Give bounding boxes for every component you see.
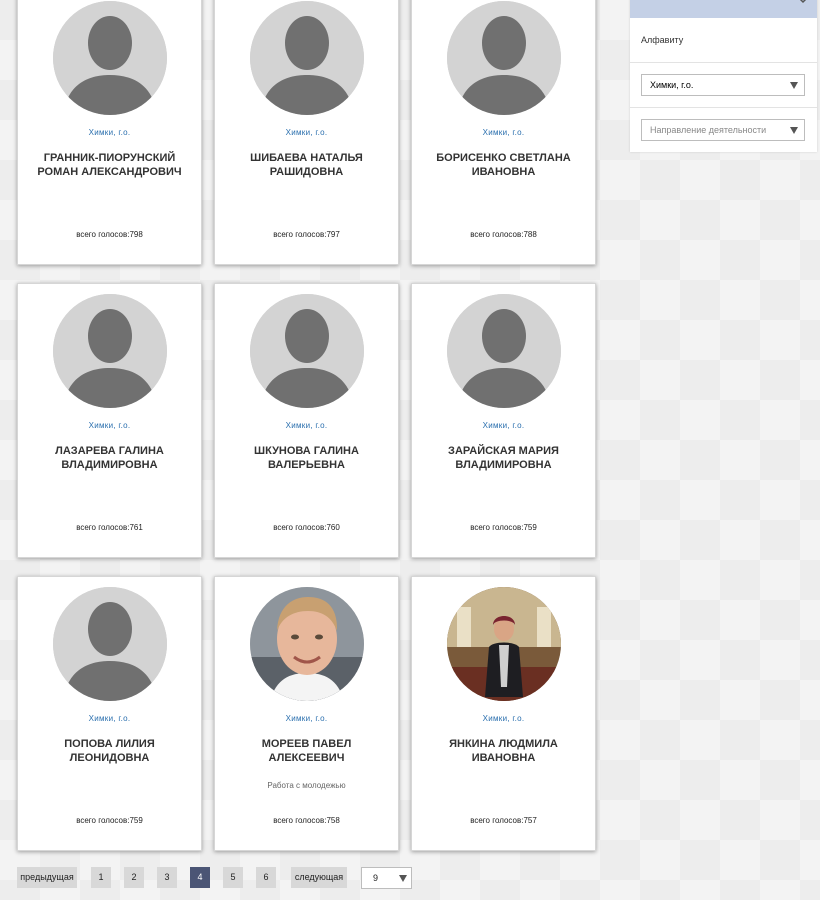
participant-name[interactable]: ЗАРАЙСКАЯ МАРИЯ ВЛАДИМИРОВНА bbox=[422, 444, 585, 472]
participant-card[interactable]: Химки, г.о. БОРИСЕНКО СВЕТЛАНА ИВАНОВНА … bbox=[411, 0, 596, 265]
city-link[interactable]: Химки, г.о. bbox=[412, 128, 595, 137]
participant-name[interactable]: ЛАЗАРЕВА ГАЛИНА ВЛАДИМИРОВНА bbox=[28, 444, 191, 472]
participant-name[interactable]: ШИБАЕВА НАТАЛЬЯ РАШИДОВНА bbox=[225, 151, 388, 179]
city-link[interactable]: Химки, г.о. bbox=[18, 128, 201, 137]
participant-card[interactable]: Химки, г.о. ПОПОВА ЛИЛИЯ ЛЕОНИДОВНА всег… bbox=[17, 576, 202, 851]
photo-woman-hall bbox=[447, 587, 561, 701]
divider bbox=[630, 62, 817, 63]
activity-select-placeholder: Направление деятельности bbox=[650, 125, 767, 135]
participant-card[interactable]: Химки, г.о. ШКУНОВА ГАЛИНА ВАЛЕРЬЕВНА вс… bbox=[214, 283, 399, 558]
filter-sidebar: Алфавиту Химки, г.о. Направление деятель… bbox=[630, 0, 817, 152]
participant-card[interactable]: Химки, г.о. ЗАРАЙСКАЯ МАРИЯ ВЛАДИМИРОВНА… bbox=[411, 283, 596, 558]
page-2-button[interactable]: 2 bbox=[124, 867, 144, 888]
placeholder-avatar-icon bbox=[250, 294, 364, 408]
city-link[interactable]: Химки, г.о. bbox=[215, 421, 398, 430]
category-label: Работа с молодежью bbox=[267, 781, 346, 790]
page-6-button[interactable]: 6 bbox=[256, 867, 276, 888]
placeholder-avatar-icon bbox=[250, 1, 364, 115]
city-select-value: Химки, г.о. bbox=[650, 80, 694, 90]
vote-count: всего голосов:757 bbox=[470, 816, 537, 825]
per-page-value: 9 bbox=[373, 873, 379, 883]
activity-select[interactable]: Направление деятельности bbox=[641, 119, 805, 141]
prev-page-button[interactable]: предыдущая bbox=[17, 867, 77, 888]
dropdown-arrow-icon bbox=[399, 875, 407, 882]
participant-card[interactable]: Химки, г.о. МОРЕЕВ ПАВЕЛ АЛЕКСЕЕВИЧ Рабо… bbox=[214, 576, 399, 851]
participant-name[interactable]: ЯНКИНА ЛЮДМИЛА ИВАНОВНА bbox=[422, 737, 585, 765]
vote-count: всего голосов:797 bbox=[273, 230, 340, 239]
city-link[interactable]: Химки, г.о. bbox=[412, 421, 595, 430]
page-4-button-current[interactable]: 4 bbox=[190, 867, 210, 888]
city-link[interactable]: Химки, г.о. bbox=[18, 421, 201, 430]
sidebar-header[interactable] bbox=[630, 0, 817, 18]
vote-count: всего голосов:761 bbox=[76, 523, 143, 532]
vote-count: всего голосов:788 bbox=[470, 230, 537, 239]
vote-count: всего голосов:798 bbox=[76, 230, 143, 239]
placeholder-avatar-icon bbox=[53, 587, 167, 701]
vote-count: всего голосов:759 bbox=[470, 523, 537, 532]
city-link[interactable]: Химки, г.о. bbox=[215, 128, 398, 137]
page-3-button[interactable]: 3 bbox=[157, 867, 177, 888]
divider bbox=[630, 107, 817, 108]
page-5-button[interactable]: 5 bbox=[223, 867, 243, 888]
participant-card[interactable]: Химки, г.о. ШИБАЕВА НАТАЛЬЯ РАШИДОВНА вс… bbox=[214, 0, 399, 265]
placeholder-avatar-icon bbox=[53, 294, 167, 408]
participant-name[interactable]: ПОПОВА ЛИЛИЯ ЛЕОНИДОВНА bbox=[28, 737, 191, 765]
photo-young-man bbox=[250, 587, 364, 701]
city-select[interactable]: Химки, г.о. bbox=[641, 74, 805, 96]
placeholder-avatar-icon bbox=[53, 1, 167, 115]
page-1-button[interactable]: 1 bbox=[91, 867, 111, 888]
participant-card[interactable]: Химки, г.о. ГРАННИК-ПИОРУНСКИЙ РОМАН АЛЕ… bbox=[17, 0, 202, 265]
participant-card[interactable]: Химки, г.о. ЯНКИНА ЛЮДМИЛА ИВАНОВНА всег… bbox=[411, 576, 596, 851]
vote-count: всего голосов:758 bbox=[273, 816, 340, 825]
participant-name[interactable]: МОРЕЕВ ПАВЕЛ АЛЕКСЕЕВИЧ bbox=[225, 737, 388, 765]
vote-count: всего голосов:760 bbox=[273, 523, 340, 532]
dropdown-arrow-icon bbox=[790, 82, 798, 89]
placeholder-avatar-icon bbox=[447, 1, 561, 115]
chevron-down-icon[interactable] bbox=[797, 0, 809, 6]
city-link[interactable]: Химки, г.о. bbox=[18, 714, 201, 723]
next-page-button[interactable]: следующая bbox=[291, 867, 347, 888]
sort-alphabet-link[interactable]: Алфавиту bbox=[641, 35, 683, 45]
dropdown-arrow-icon bbox=[790, 127, 798, 134]
city-link[interactable]: Химки, г.о. bbox=[412, 714, 595, 723]
per-page-select[interactable]: 9 bbox=[361, 867, 412, 889]
city-link[interactable]: Химки, г.о. bbox=[215, 714, 398, 723]
vote-count: всего голосов:759 bbox=[76, 816, 143, 825]
placeholder-avatar-icon bbox=[447, 294, 561, 408]
participant-name[interactable]: ГРАННИК-ПИОРУНСКИЙ РОМАН АЛЕКСАНДРОВИЧ bbox=[28, 151, 191, 179]
participant-card[interactable]: Химки, г.о. ЛАЗАРЕВА ГАЛИНА ВЛАДИМИРОВНА… bbox=[17, 283, 202, 558]
participant-name[interactable]: ШКУНОВА ГАЛИНА ВАЛЕРЬЕВНА bbox=[225, 444, 388, 472]
participant-name[interactable]: БОРИСЕНКО СВЕТЛАНА ИВАНОВНА bbox=[422, 151, 585, 179]
